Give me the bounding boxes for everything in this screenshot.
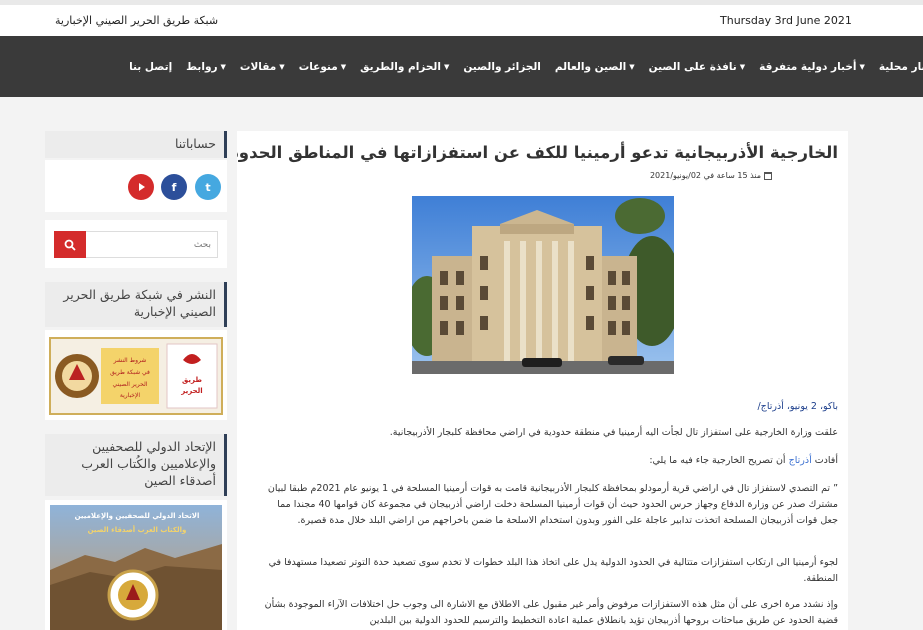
- nav-item-label: إتصل بنا: [129, 60, 173, 73]
- nav-item-label: مقالات: [239, 60, 277, 73]
- nav-item-label: أخبار دولية متفرقة: [759, 60, 857, 73]
- publish-banner[interactable]: شروط النشر في شبكة طريق الحرير الصيني ال…: [45, 330, 227, 420]
- nav-item[interactable]: نافذة على الصين ▼: [649, 61, 745, 73]
- nav-item[interactable]: مقالات ▼: [240, 61, 285, 73]
- article-meta: منذ 15 ساعة في 02/يونيو/2021: [650, 171, 772, 180]
- accounts-heading: حساباتنا: [45, 131, 227, 158]
- twitter-icon[interactable]: t: [195, 174, 221, 200]
- play-icon: [139, 183, 145, 191]
- svg-text:الإخبارية: الإخبارية: [120, 392, 141, 399]
- nav-item[interactable]: روابط ▼: [186, 61, 226, 73]
- main-nav: أخبار محليةأخبار دولية متفرقة▼نافذة على …: [0, 36, 923, 97]
- top-bar: Thursday 3rd June 2021 شبكة طريق الحرير …: [0, 0, 923, 36]
- chevron-down-icon: ▼: [443, 62, 450, 71]
- current-date: Thursday 3rd June 2021: [720, 14, 852, 27]
- article-image: [412, 196, 674, 374]
- nav-item-label: منوعات: [298, 60, 338, 73]
- nav-item[interactable]: الصين والعالم ▼: [555, 61, 635, 73]
- svg-text:الحرير الصيني: الحرير الصيني: [113, 381, 148, 388]
- source-link[interactable]: أذرتاج: [789, 455, 812, 466]
- search-button[interactable]: [54, 231, 86, 258]
- nav-item-label: الحزام والطريق: [360, 60, 441, 73]
- chevron-down-icon: ▼: [340, 62, 347, 71]
- union-heading: الإتحاد الدولي للصحفيين والإعلاميين والك…: [45, 434, 227, 496]
- search-input[interactable]: [86, 231, 218, 258]
- nav-item-label: الجزائر والصين: [463, 60, 541, 73]
- article-title[interactable]: الخارجية الأذربيجانية تدعو أرمينيا للكف …: [237, 143, 838, 162]
- ministry-building-photo: [412, 196, 674, 374]
- article-paragraph-1: علقت وزارة الخارجية على استفزاز تال لجأت…: [389, 427, 838, 438]
- nav-item[interactable]: إتصل بنا: [129, 61, 172, 73]
- site-name[interactable]: شبكة طريق الحرير الصيني الإخبارية: [55, 14, 218, 27]
- chevron-down-icon: ▼: [279, 62, 285, 71]
- social-links: t f: [45, 160, 227, 212]
- calendar-icon: [764, 171, 772, 180]
- svg-text:الاتحاد الدولي للصحفيين والإعل: الاتحاد الدولي للصحفيين والإعلاميين: [75, 512, 200, 520]
- union-banner-graphic: الاتحاد الدولي للصحفيين والإعلاميين والك…: [50, 505, 222, 630]
- svg-text:الحرير: الحرير: [180, 387, 202, 395]
- nav-item-label: الصين والعالم: [554, 60, 627, 73]
- nav-item-label: نافذة على الصين: [648, 60, 737, 73]
- svg-text:شروط النشر: شروط النشر: [113, 357, 147, 364]
- nav-item[interactable]: أخبار دولية متفرقة ▼: [759, 61, 865, 73]
- article-paragraph-3: ” تم التصدي لاستفزاز تال في اراضي قرية أ…: [267, 483, 838, 526]
- union-banner[interactable]: الاتحاد الدولي للصحفيين والإعلاميين والك…: [45, 500, 227, 630]
- nav-item[interactable]: منوعات ▼: [299, 61, 346, 73]
- article-paragraph-2: أفادت أذرتاج أن تصريح الخارجية جاء فيه م…: [649, 455, 838, 466]
- article-card: الخارجية الأذربيجانية تدعو أرمينيا للكف …: [237, 131, 848, 630]
- facebook-icon[interactable]: f: [161, 174, 187, 200]
- search-widget: [45, 220, 227, 268]
- nav-item-label: روابط: [186, 60, 218, 73]
- chevron-down-icon: ▼: [739, 62, 746, 71]
- publish-heading: النشر في شبكة طريق الحرير الصيني الإخبار…: [45, 282, 227, 327]
- nav-item[interactable]: الحزام والطريق ▼: [360, 61, 449, 73]
- svg-text:والكتاب العرب أصدقاء الصين: والكتاب العرب أصدقاء الصين: [88, 525, 187, 534]
- article-dateline: باكو، 2 يونيو، أذرتاج/: [757, 401, 838, 412]
- nav-item[interactable]: الجزائر والصين: [463, 61, 541, 73]
- svg-text:طريق: طريق: [182, 376, 202, 384]
- nav-item-label: أخبار محلية: [878, 60, 923, 73]
- article-date: منذ 15 ساعة في 02/يونيو/2021: [649, 171, 761, 180]
- chevron-down-icon: ▼: [859, 62, 865, 71]
- article-paragraph-4: لجوء أرمينيا الى ارتكاب استفزازات متتالي…: [268, 557, 838, 584]
- chevron-down-icon: ▼: [220, 62, 226, 71]
- nav-item[interactable]: أخبار محلية: [879, 61, 923, 73]
- chevron-down-icon: ▼: [629, 62, 635, 71]
- youtube-icon[interactable]: [128, 174, 154, 200]
- article-paragraph-5: وإذ نشدد مرة اخرى على أن مثل هذه الاستفز…: [264, 599, 838, 626]
- svg-text:في شبكة طريق: في شبكة طريق: [110, 369, 150, 376]
- publish-banner-graphic: شروط النشر في شبكة طريق الحرير الصيني ال…: [49, 337, 223, 415]
- nav-menu: أخبار محليةأخبار دولية متفرقة▼نافذة على …: [129, 36, 923, 97]
- search-icon: [64, 239, 76, 251]
